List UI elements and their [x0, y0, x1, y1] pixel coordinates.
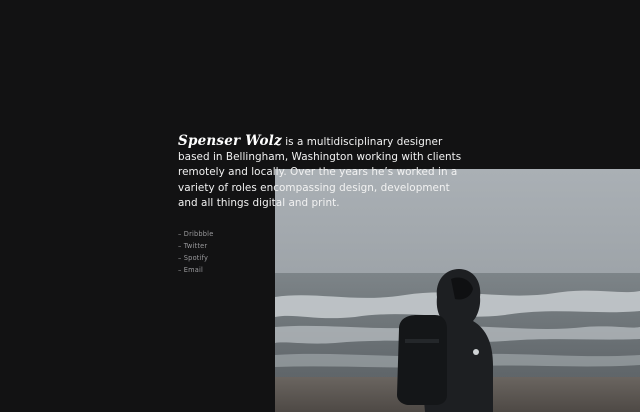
link-item-dribbble: – Dribbble	[178, 228, 213, 240]
link-prefix: –	[178, 230, 182, 238]
link-item-twitter: – Twitter	[178, 240, 213, 252]
twitter-link[interactable]: Twitter	[184, 242, 208, 250]
link-prefix: –	[178, 254, 182, 262]
link-prefix: –	[178, 266, 182, 274]
dribbble-link[interactable]: Dribbble	[184, 230, 214, 238]
bio-paragraph: Spenser Wolz is a multidisciplinary desi…	[178, 133, 468, 211]
social-links: – Dribbble – Twitter – Spotify – Email	[178, 228, 213, 276]
link-item-spotify: – Spotify	[178, 252, 213, 264]
page: Spenser Wolz is a multidisciplinary desi…	[0, 0, 640, 412]
spotify-link[interactable]: Spotify	[184, 254, 208, 262]
email-link[interactable]: Email	[184, 266, 203, 274]
link-item-email: – Email	[178, 264, 213, 276]
author-name: Spenser Wolz	[178, 133, 282, 149]
link-prefix: –	[178, 242, 182, 250]
